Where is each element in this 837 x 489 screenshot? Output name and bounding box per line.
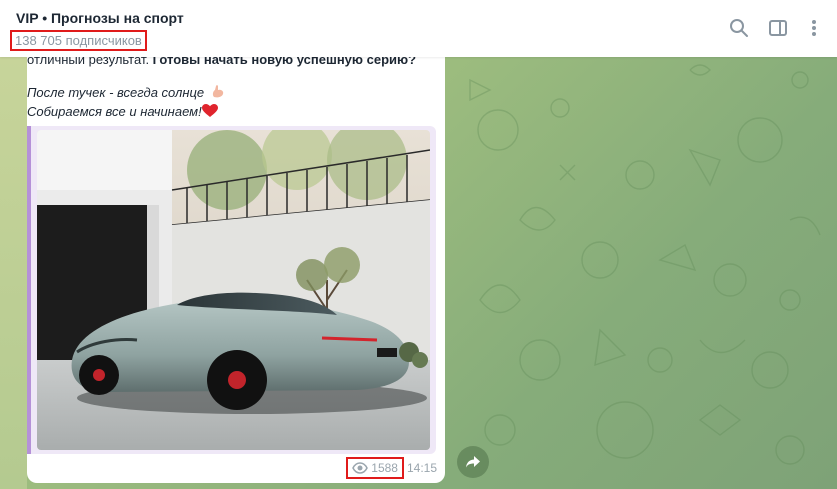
message-line-3: Собираемся все и начинаем! (27, 102, 218, 121)
subscriber-count: 138 705 подписчиков (10, 30, 147, 51)
message-meta: 1588 14:15 (346, 457, 437, 479)
channel-title[interactable]: VIP • Прогнозы на спорт (16, 10, 184, 26)
media-preview[interactable] (27, 126, 436, 454)
flexed-biceps-emoji (210, 84, 226, 100)
more-vertical-icon[interactable] (803, 17, 825, 39)
message-bubble: отличный результат. Готовы начать новую … (27, 40, 445, 483)
message-line-3-text: Собираемся все и начинаем! (27, 104, 202, 119)
view-count: 1588 (346, 457, 404, 479)
message-line-2: После тучек - всегда солнце (27, 83, 226, 102)
chat-left-edge (0, 57, 27, 489)
eye-icon (352, 462, 369, 474)
chat-header: VIP • Прогнозы на спорт 138 705 подписчи… (0, 0, 837, 57)
car-photo[interactable] (37, 130, 430, 450)
forward-arrow-icon (466, 456, 480, 468)
forward-button[interactable] (457, 446, 489, 478)
sidebar-toggle-icon[interactable] (767, 17, 789, 39)
message-time: 14:15 (406, 461, 437, 475)
red-heart-emoji (201, 104, 218, 118)
search-icon[interactable] (728, 17, 750, 39)
message-line-2-text: После тучек - всегда солнце (27, 85, 205, 100)
views-number: 1588 (371, 461, 398, 475)
